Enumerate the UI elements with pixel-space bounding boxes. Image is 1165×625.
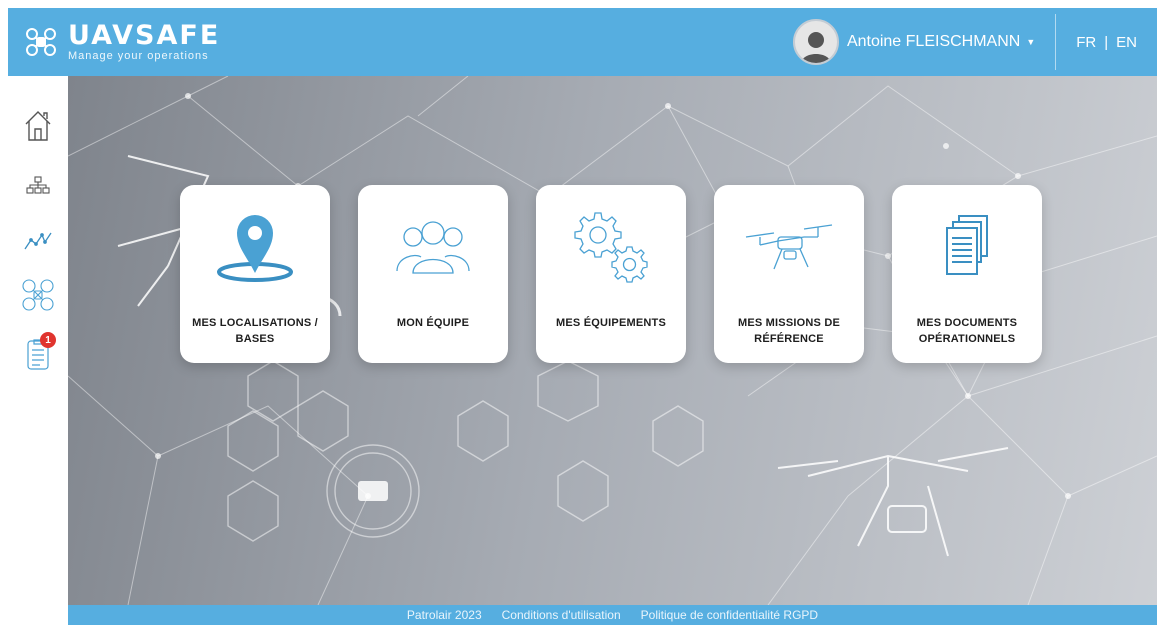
main-area: MES LOCALISATIONS / BASES MON ÉQUIPE MES… <box>68 76 1157 605</box>
sidebar-item-activity[interactable] <box>8 230 68 252</box>
team-icon <box>396 221 470 274</box>
drone-icon <box>22 279 54 311</box>
header-divider <box>1055 14 1057 70</box>
activity-chart-icon <box>24 232 52 250</box>
top-header: UAVSAFE Manage your operations Antoine F… <box>8 8 1157 76</box>
chevron-down-icon: ▼ <box>1026 37 1036 47</box>
card-label: MES ÉQUIPEMENTS <box>556 317 666 329</box>
gears-icon <box>574 212 648 283</box>
card-label: MES DOCUMENTS OPÉRATIONNELS <box>916 317 1018 345</box>
card-label: MON ÉQUIPE <box>396 317 470 329</box>
card-team[interactable]: MON ÉQUIPE <box>358 185 508 363</box>
card-label: MES MISSIONS DE RÉFÉRENCE <box>737 317 841 345</box>
user-name: Antoine FLEISCHMANN <box>846 33 1021 50</box>
card-documents[interactable]: MES DOCUMENTS OPÉRATIONNELS <box>892 185 1042 363</box>
brand-name: UAVSAFE <box>68 20 221 51</box>
brand[interactable]: UAVSAFE Manage your operations <box>24 22 220 62</box>
sidebar-item-home[interactable] <box>8 108 68 142</box>
card-locations[interactable]: MES LOCALISATIONS / BASES <box>180 185 330 363</box>
sidebar: 1 <box>8 76 68 625</box>
card-missions[interactable]: MES MISSIONS DE RÉFÉRENCE <box>714 185 864 363</box>
sidebar-item-organization[interactable] <box>8 176 68 194</box>
lang-en[interactable]: EN <box>1116 34 1137 51</box>
footer-privacy-link[interactable]: Politique de confidentialité RGPD <box>641 608 818 622</box>
location-pin-icon <box>217 215 293 282</box>
footer-terms-link[interactable]: Conditions d'utilisation <box>502 608 621 622</box>
footer: Patrolair 2023 Conditions d'utilisation … <box>68 605 1157 625</box>
card-equipment[interactable]: MES ÉQUIPEMENTS <box>536 185 686 363</box>
brand-tagline: Manage your operations <box>68 50 209 62</box>
documents-icon <box>946 215 988 275</box>
user-silhouette-icon <box>800 32 831 63</box>
notification-badge: 1 <box>40 332 56 348</box>
sidebar-item-drones[interactable] <box>8 278 68 312</box>
card-label: MES LOCALISATIONS / BASES <box>192 317 318 345</box>
lang-fr[interactable]: FR <box>1076 34 1096 51</box>
footer-copyright: Patrolair 2023 <box>406 608 482 622</box>
avatar <box>792 19 839 65</box>
user-menu[interactable]: Antoine FLEISCHMANN ▼ <box>792 19 1036 65</box>
sidebar-item-checklists[interactable]: 1 <box>8 332 68 370</box>
org-chart-icon <box>26 176 50 194</box>
drone-icon <box>745 224 833 270</box>
lang-separator: | <box>1104 33 1109 51</box>
drone-logo-icon <box>26 28 56 56</box>
home-icon <box>25 111 51 141</box>
